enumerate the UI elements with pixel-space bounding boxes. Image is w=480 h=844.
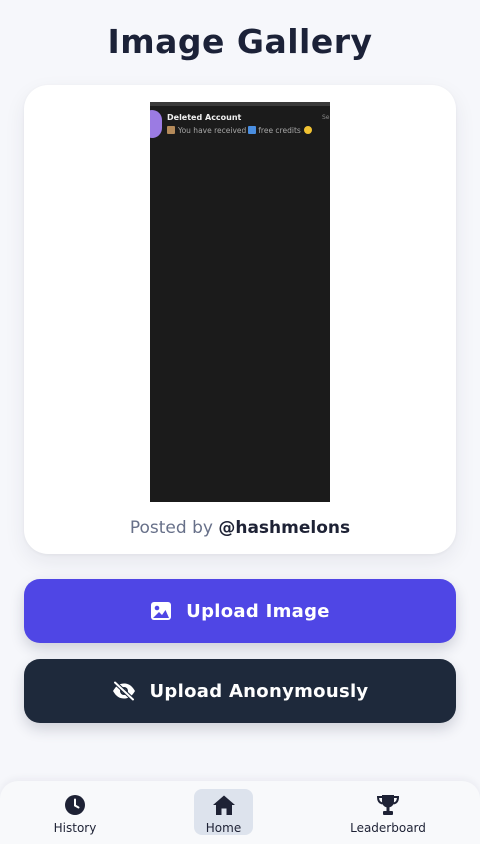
nav-leaderboard-label: Leaderboard <box>350 821 426 835</box>
eye-slash-icon <box>112 681 136 701</box>
upload-image-label: Upload Image <box>186 600 330 622</box>
nav-item-home[interactable]: Home <box>194 789 253 835</box>
gift-emoji-icon <box>167 126 175 134</box>
upload-anonymously-button[interactable]: Upload Anonymously <box>24 659 456 723</box>
nav-history-label: History <box>53 821 97 835</box>
upload-image-button[interactable]: Upload Image <box>24 579 456 643</box>
image-preview-text-1: You have received <box>178 126 247 135</box>
home-icon <box>212 793 236 817</box>
posted-by: Posted by @hashmelons <box>24 518 456 538</box>
posted-by-prefix: Posted by <box>129 518 213 538</box>
gallery-image[interactable]: Deleted Account Se You have received free… <box>150 102 330 502</box>
image-preview-text-2: free credits <box>258 126 301 135</box>
trophy-icon <box>376 793 400 817</box>
image-sender-name: Deleted Account <box>167 113 242 122</box>
nav-item-history[interactable]: History <box>45 789 105 835</box>
image-message-preview: You have received free credits <box>167 126 312 135</box>
nav-home-label: Home <box>205 821 242 835</box>
face-emoji-icon <box>303 126 312 134</box>
image-icon <box>150 601 172 621</box>
clock-icon <box>64 793 86 817</box>
upload-anonymously-label: Upload Anonymously <box>149 680 369 702</box>
image-status-bar <box>150 102 330 106</box>
page-title: Image Gallery <box>107 22 373 61</box>
bottom-nav: History Home Leaderboard <box>0 781 480 844</box>
nav-item-leaderboard[interactable]: Leaderboard <box>340 789 436 835</box>
gallery-card: Deleted Account Se You have received free… <box>24 85 456 554</box>
author-handle[interactable]: @hashmelons <box>218 518 350 538</box>
keycap-emoji-icon <box>248 126 257 134</box>
image-time: Se <box>322 114 330 121</box>
image-avatar <box>150 110 162 138</box>
